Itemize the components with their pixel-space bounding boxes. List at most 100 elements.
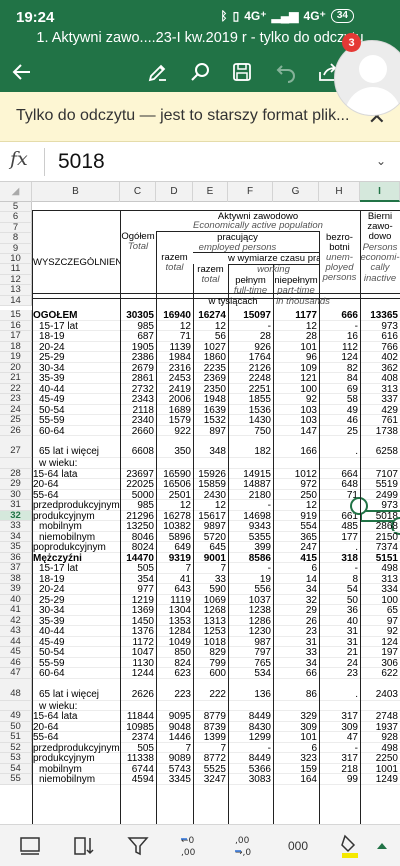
table-cell[interactable]: 348 — [193, 446, 228, 457]
row-label[interactable]: 45-49 — [33, 637, 120, 648]
spreadsheet-grid[interactable]: 5 6 7 8 9 10 11 12 13 14 Aktywni zawodowo Economica… — [0, 202, 400, 824]
table-cell[interactable]: 2430 — [193, 490, 228, 501]
table-cell[interactable]: 6 — [273, 563, 319, 574]
row-label[interactable]: 25-29 — [33, 595, 120, 606]
row-number[interactable]: 21 — [0, 372, 32, 384]
table-cell[interactable]: 34 — [273, 584, 319, 595]
table-cell[interactable]: - — [228, 743, 273, 754]
table-cell[interactable]: 664 — [319, 469, 360, 480]
table-cell[interactable]: 1249 — [360, 774, 400, 785]
table-cell[interactable]: 1299 — [228, 732, 273, 743]
row-label[interactable]: 55-64 — [33, 732, 120, 743]
column-header-g[interactable]: G — [273, 182, 319, 202]
table-cell[interactable]: 103 — [273, 415, 319, 426]
table-cell[interactable]: 1313 — [193, 616, 228, 627]
table-cell[interactable]: 2732 — [120, 384, 156, 395]
row-label[interactable]: 20-64 — [33, 722, 120, 733]
table-cell[interactable]: 10985 — [120, 722, 156, 733]
column-header-e[interactable]: E — [193, 182, 228, 202]
table-cell[interactable]: 23 — [273, 626, 319, 637]
row-label[interactable]: niemobilnym — [33, 774, 120, 785]
row-number[interactable]: 49 — [0, 710, 32, 722]
row-label[interactable]: 50-54 — [33, 647, 120, 658]
table-cell[interactable] — [193, 458, 228, 469]
table-cell[interactable] — [120, 458, 156, 469]
notification-badge[interactable]: 3 — [342, 33, 361, 52]
column-header-d[interactable]: D — [156, 182, 193, 202]
table-cell[interactable]: 28 — [228, 331, 273, 342]
row-label[interactable]: 25-29 — [33, 352, 120, 363]
table-cell[interactable]: . — [319, 542, 360, 553]
table-cell[interactable]: 8024 — [120, 542, 156, 553]
table-cell[interactable]: 505 — [120, 563, 156, 574]
table-cell[interactable]: 648 — [319, 479, 360, 490]
row-number[interactable]: 17 — [0, 330, 32, 342]
table-cell[interactable]: 8779 — [193, 711, 228, 722]
table-cell[interactable]: 124 — [360, 637, 400, 648]
table-cell[interactable]: 750 — [228, 426, 273, 437]
table-cell[interactable]: 12 — [193, 500, 228, 511]
row-label[interactable]: 55-64 — [33, 490, 120, 501]
table-cell[interactable]: 136 — [228, 689, 273, 700]
decrease-decimal-icon[interactable]: ←0,00 — [176, 833, 208, 859]
table-cell[interactable]: 1047 — [120, 647, 156, 658]
table-cell[interactable]: 2251 — [228, 384, 273, 395]
table-cell[interactable]: 218 — [319, 764, 360, 775]
table-cell[interactable]: 5525 — [193, 764, 228, 775]
table-cell[interactable]: 1177 — [273, 310, 319, 321]
table-cell[interactable]: 1268 — [193, 605, 228, 616]
table-cell[interactable]: 1937 — [360, 722, 400, 733]
table-cell[interactable]: . — [319, 446, 360, 457]
table-cell[interactable]: 2126 — [228, 363, 273, 374]
table-cell[interactable]: 14 — [273, 574, 319, 585]
table-cell[interactable]: 9343 — [228, 521, 273, 532]
table-cell[interactable] — [273, 458, 319, 469]
table-cell[interactable]: 54 — [319, 584, 360, 595]
table-cell[interactable]: 1119 — [156, 595, 193, 606]
table-cell[interactable]: 182 — [228, 446, 273, 457]
table-cell[interactable]: 1446 — [156, 732, 193, 743]
table-cell[interactable]: 1253 — [193, 626, 228, 637]
table-cell[interactable]: 12 — [193, 321, 228, 332]
table-cell[interactable]: 362 — [360, 363, 400, 374]
row-label[interactable]: 60-64 — [33, 668, 120, 679]
table-cell[interactable]: 101 — [273, 732, 319, 743]
row-number[interactable]: 41 — [0, 604, 32, 616]
table-cell[interactable]: 15926 — [193, 469, 228, 480]
table-cell[interactable]: 1369 — [120, 605, 156, 616]
table-cell[interactable]: 1860 — [193, 352, 228, 363]
filter-icon[interactable] — [122, 833, 154, 859]
table-cell[interactable]: 13250 — [120, 521, 156, 532]
table-cell[interactable]: 309 — [319, 722, 360, 733]
table-cell[interactable]: 11338 — [120, 753, 156, 764]
table-cell[interactable]: 1948 — [193, 394, 228, 405]
table-cell[interactable]: 103 — [273, 405, 319, 416]
table-cell[interactable]: 96 — [273, 352, 319, 363]
row-number[interactable]: 29 — [0, 478, 32, 490]
row-number[interactable]: 53 — [0, 752, 32, 764]
table-cell[interactable]: 313 — [360, 384, 400, 395]
row-label[interactable]: w wieku: — [33, 458, 120, 469]
table-cell[interactable]: 616 — [360, 331, 400, 342]
table-cell[interactable]: 1353 — [156, 616, 193, 627]
account-avatar[interactable] — [334, 40, 400, 116]
table-cell[interactable]: 926 — [228, 342, 273, 353]
row-label[interactable]: 60-64 — [33, 426, 120, 437]
view-card-icon[interactable] — [14, 833, 46, 859]
table-cell[interactable]: 850 — [156, 647, 193, 658]
search-icon[interactable] — [186, 58, 214, 86]
table-cell[interactable]: 1130 — [120, 658, 156, 669]
table-cell[interactable]: 1639 — [193, 405, 228, 416]
table-cell[interactable]: 318 — [319, 553, 360, 564]
table-cell[interactable]: 323 — [273, 753, 319, 764]
table-cell[interactable]: 7374 — [360, 542, 400, 553]
table-cell[interactable]: 329 — [273, 711, 319, 722]
table-cell[interactable]: 8739 — [193, 722, 228, 733]
table-cell[interactable]: 922 — [156, 426, 193, 437]
table-cell[interactable]: 2419 — [156, 384, 193, 395]
row-number[interactable]: 19 — [0, 351, 32, 363]
table-cell[interactable]: 350 — [156, 446, 193, 457]
table-cell[interactable]: 309 — [273, 722, 319, 733]
row-label[interactable]: 55-59 — [33, 415, 120, 426]
table-cell[interactable]: 1230 — [228, 626, 273, 637]
